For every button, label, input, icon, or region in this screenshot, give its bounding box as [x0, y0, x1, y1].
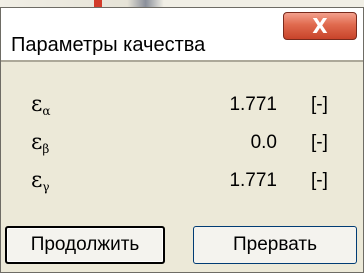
parameter-symbol: εγ — [31, 168, 50, 194]
quality-parameters-dialog: Параметры качества X εα 1.771 [-] εβ 0.0… — [0, 7, 364, 273]
parameter-unit: [-] — [311, 132, 328, 153]
parameter-row-epsilon-alpha: εα 1.771 [-] — [1, 92, 363, 122]
parameter-value: 0.0 — [250, 132, 277, 153]
parameter-symbol: εβ — [31, 130, 50, 156]
dialog-title: Параметры качества — [11, 34, 206, 56]
parameter-symbol: εα — [31, 92, 51, 118]
title-bar: Параметры качества X — [1, 8, 363, 60]
parameter-row-epsilon-beta: εβ 0.0 [-] — [1, 130, 363, 160]
continue-button[interactable]: Продолжить — [5, 226, 165, 264]
title-separator — [1, 60, 363, 62]
close-button[interactable]: X — [283, 12, 357, 40]
parameter-value: 1.771 — [229, 94, 277, 115]
parameter-unit: [-] — [311, 94, 328, 115]
parameter-unit: [-] — [311, 170, 328, 191]
parameter-row-epsilon-gamma: εγ 1.771 [-] — [1, 168, 363, 198]
close-icon: X — [312, 14, 328, 38]
abort-button[interactable]: Прервать — [193, 226, 357, 264]
parameter-value: 1.771 — [229, 170, 277, 191]
